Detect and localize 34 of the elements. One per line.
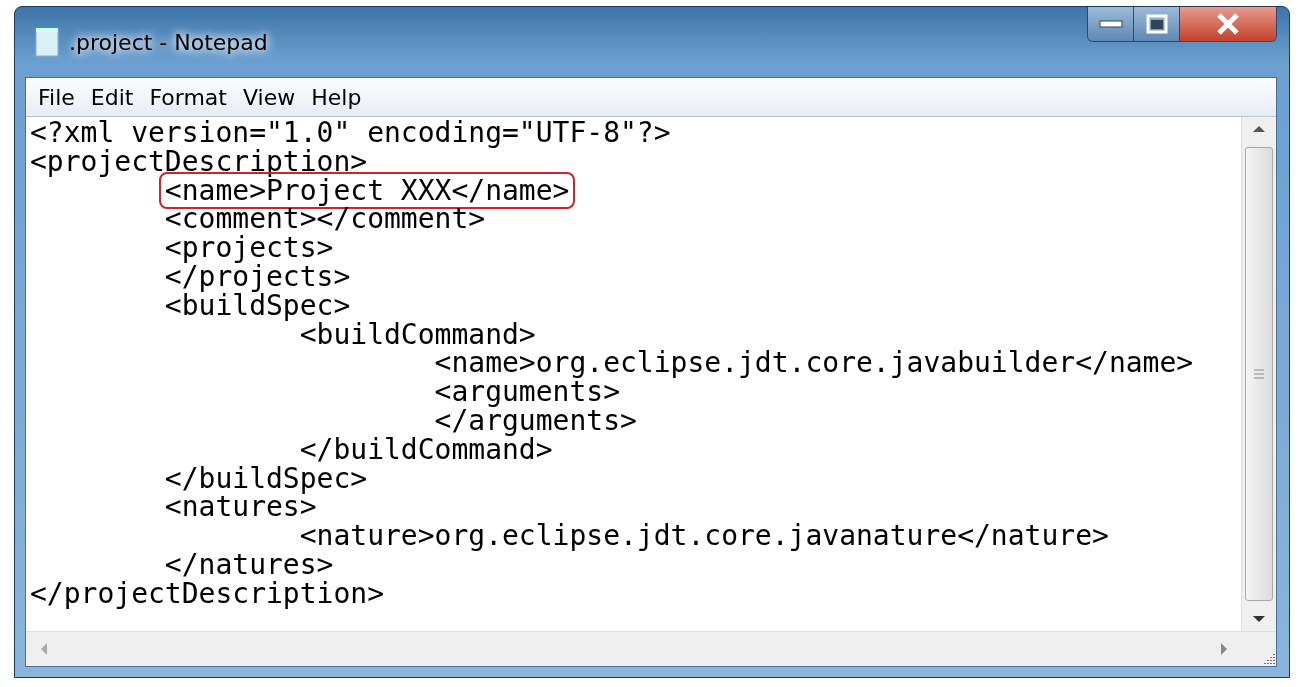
code-line: <buildSpec> xyxy=(163,291,351,321)
code-line: </buildSpec> xyxy=(163,464,368,494)
maximize-button[interactable] xyxy=(1134,7,1180,41)
code-line: <arguments> xyxy=(433,378,620,407)
window-title: .project - Notepad xyxy=(69,29,268,55)
vertical-scrollbar[interactable] xyxy=(1241,117,1276,631)
code-line: <projects> xyxy=(163,234,334,263)
code-line: <name>org.eclipse.jdt.core.javabuilder</name> xyxy=(433,349,1194,379)
close-button[interactable] xyxy=(1180,7,1276,41)
menu-item[interactable]: Help xyxy=(303,84,370,110)
scroll-right-icon[interactable] xyxy=(1220,642,1228,656)
scroll-down-icon[interactable] xyxy=(1252,615,1266,623)
code-line: <natures> xyxy=(163,493,317,523)
menu-item[interactable]: File xyxy=(30,84,83,110)
code-line: </projectDescription> xyxy=(30,579,384,609)
scroll-up-icon[interactable] xyxy=(1252,125,1266,133)
notepad-icon xyxy=(35,27,59,57)
code-line: <nature>org.eclipse.jdt.core.javanature</nature> xyxy=(298,522,1109,551)
maximize-icon xyxy=(1145,14,1168,34)
menu-item[interactable]: Edit xyxy=(82,84,142,110)
grip-icon xyxy=(1253,369,1265,379)
code-line: </natures> xyxy=(163,550,334,580)
close-icon xyxy=(1214,12,1242,36)
menu-item[interactable]: View xyxy=(234,84,304,110)
menu-item[interactable]: Format xyxy=(141,84,235,110)
code-line: </buildCommand> xyxy=(298,435,553,465)
code-line: </arguments> xyxy=(433,406,637,436)
code-line: <buildCommand> xyxy=(299,320,536,350)
code-line: <?xml version="1.0" encoding="UTF-8"?> xyxy=(30,119,671,148)
minimize-button[interactable] xyxy=(1088,7,1134,41)
code-line: </projects> xyxy=(163,263,351,292)
scroll-thumb[interactable] xyxy=(1245,147,1273,601)
minimize-icon xyxy=(1098,20,1123,28)
resize-grip-icon[interactable] xyxy=(1262,652,1276,666)
